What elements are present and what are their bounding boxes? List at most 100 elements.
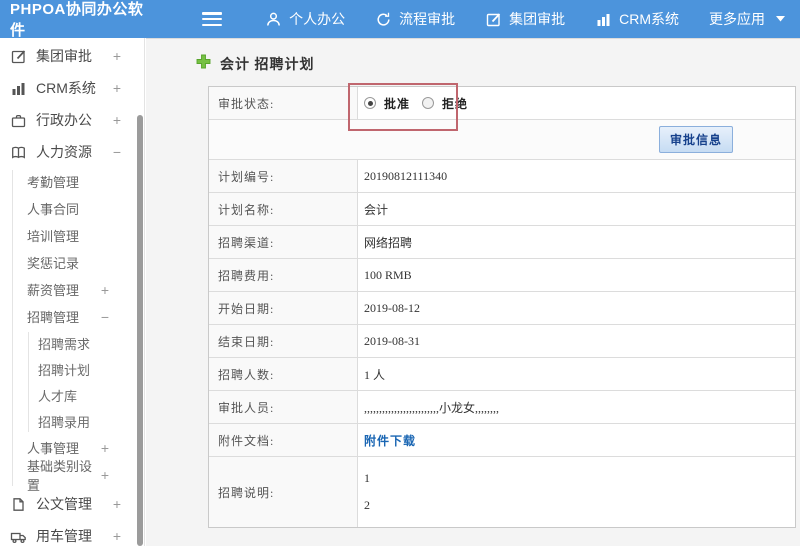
topbar-item-personal-office[interactable]: 个人办公 [265,9,345,29]
topbar-nav: 个人办公 流程审批 集团审批 CRM系统 更多应用 [202,9,800,29]
sidebar-item-admin-office[interactable]: 行政办公 + [0,104,144,136]
approval-button-row: 审批信息 [209,120,795,160]
topbar-item-workflow-approval[interactable]: 流程审批 [375,9,455,29]
topbar-item-label: 流程审批 [399,11,456,27]
topbar-item-crm[interactable]: CRM系统 [595,9,679,29]
field-label: 计划名称: [209,193,358,225]
radio-button-approve[interactable] [364,97,376,109]
field-label: 审批人员: [209,391,358,423]
sidebar-item-salary[interactable]: 薪资管理 + [0,276,144,303]
expand-icon[interactable]: + [98,440,112,456]
sidebar-item-group-approval[interactable]: 集团审批 + [0,40,144,72]
sidebar-item-recruitment[interactable]: 招聘管理 − [0,303,144,330]
field-label: 计划编号: [209,160,358,192]
flow-icon [375,11,392,28]
sidebar-item-document-management[interactable]: 公文管理 + [0,488,144,520]
sidebar-item-rewards-punishments[interactable]: 奖惩记录 [0,249,144,276]
field-label: 结束日期: [209,325,358,357]
field-label: 招聘费用: [209,259,358,291]
bar-chart-icon [10,80,27,97]
sidebar-item-label: 公文管理 [36,496,92,512]
sidebar-item-recruitment-plan[interactable]: 招聘计划 [0,356,144,382]
field-label: 审批状态: [209,87,358,119]
form-row-recruit-cost: 招聘费用: 100 RMB [209,259,795,292]
collapse-icon[interactable]: − [98,309,112,325]
expand-icon[interactable]: + [98,282,112,298]
sidebar: 集团审批 + CRM系统 + 行政办公 + 人力资源 − 考勤管理 人事合同 培… [0,38,145,546]
sidebar-item-label: 薪资管理 [27,283,80,298]
main-content: 会计 招聘计划 审批状态: 批准 拒绝 审批信息 计划编号: 201908121… [146,38,800,546]
approval-info-button[interactable]: 审批信息 [658,126,733,153]
form-row-attachment: 附件文档: 附件下载 [209,424,795,457]
form-row-headcount: 招聘人数: 1 人 [209,358,795,391]
page-title: 会计 招聘计划 [220,58,315,73]
sidebar-item-label: 集团审批 [36,48,92,64]
sidebar-item-base-category-settings[interactable]: 基础类别设置 + [0,459,144,493]
sidebar-item-label: 招聘需求 [38,336,91,352]
field-label: 招聘渠道: [209,226,358,258]
sidebar-item-label: 招聘计划 [38,362,91,378]
topbar: PHPOA协同办公软件 个人办公 流程审批 集团审批 CRM系统 更多应用 [0,0,800,39]
field-label: 招聘人数: [209,358,358,390]
radio-button-reject[interactable] [422,97,435,109]
sidebar-item-label: 奖惩记录 [27,256,80,271]
sidebar-item-attendance[interactable]: 考勤管理 [0,168,144,195]
plus-icon [196,54,211,74]
sidebar-item-label: CRM系统 [36,80,96,96]
field-value: 附件下载 [358,424,795,456]
topbar-item-label: CRM系统 [619,11,679,27]
form-row-approvers: 审批人员: ,,,,,,,,,,,,,,,,,,,,,,,,,小龙女,,,,,,… [209,391,795,424]
truck-icon [10,528,27,545]
sidebar-scrollbar-thumb[interactable] [137,115,143,546]
topbar-item-more-apps[interactable]: 更多应用 [709,9,785,29]
collapse-icon[interactable]: − [110,144,124,160]
sidebar-item-recruitment-hiring[interactable]: 招聘录用 [0,408,144,434]
field-value: 会计 [364,202,389,217]
expand-icon[interactable]: + [98,467,112,483]
expand-icon[interactable]: + [110,48,124,64]
sidebar-item-talent-pool[interactable]: 人才库 [0,382,144,408]
recruitment-plan-form: 审批状态: 批准 拒绝 审批信息 计划编号: 20190812111340 计划… [208,86,796,528]
expand-icon[interactable]: + [110,496,124,512]
field-label: 开始日期: [209,292,358,324]
form-row-plan-number: 计划编号: 20190812111340 [209,160,795,193]
expand-icon[interactable]: + [110,528,124,544]
approval-status-options: 批准 拒绝 [358,87,795,119]
sidebar-item-crm[interactable]: CRM系统 + [0,72,144,104]
radio-label: 拒绝 [442,96,469,111]
attachment-download-link[interactable]: 附件下载 [364,432,416,449]
caret-down-icon [776,16,785,22]
expand-icon[interactable]: + [110,80,124,96]
sidebar-item-label: 招聘管理 [27,310,80,325]
sidebar-item-label: 人事管理 [27,441,80,456]
recruitment-submenu: 招聘需求 招聘计划 人才库 招聘录用 [0,330,144,434]
topbar-item-group-approval[interactable]: 集团审批 [485,9,565,29]
sidebar-item-label: 用车管理 [36,528,92,544]
expand-icon[interactable]: + [110,112,124,128]
form-row-recruit-channel: 招聘渠道: 网络招聘 [209,226,795,259]
topbar-item-label: 更多应用 [709,11,765,27]
field-value: 1 2 [358,457,795,527]
field-label: 招聘说明: [209,457,358,527]
form-row-plan-name: 计划名称: 会计 [209,193,795,226]
book-icon [10,144,27,161]
approval-status-row: 审批状态: 批准 拒绝 [209,87,795,120]
sidebar-item-recruitment-demand[interactable]: 招聘需求 [0,330,144,356]
sidebar-item-hr[interactable]: 人力资源 − [0,136,144,168]
field-value: 20190812111340 [364,168,448,183]
radio-label: 批准 [384,96,411,111]
field-value: 网络招聘 [364,235,413,250]
topbar-item-label: 个人办公 [289,11,346,27]
form-row-end-date: 结束日期: 2019-08-31 [209,325,795,358]
sidebar-item-vehicle-management[interactable]: 用车管理 + [0,520,144,546]
hamburger-menu-icon[interactable] [202,12,223,26]
sidebar-item-training[interactable]: 培训管理 [0,222,144,249]
description-line: 1 [364,471,370,485]
sidebar-item-personnel-contract[interactable]: 人事合同 [0,195,144,222]
reject-radio-option[interactable]: 拒绝 [422,95,468,112]
field-label: 附件文档: [209,424,358,456]
form-row-start-date: 开始日期: 2019-08-12 [209,292,795,325]
form-row-recruit-description: 招聘说明: 1 2 [209,457,795,527]
approve-radio-option[interactable]: 批准 [364,95,410,112]
edit-icon [485,11,502,28]
